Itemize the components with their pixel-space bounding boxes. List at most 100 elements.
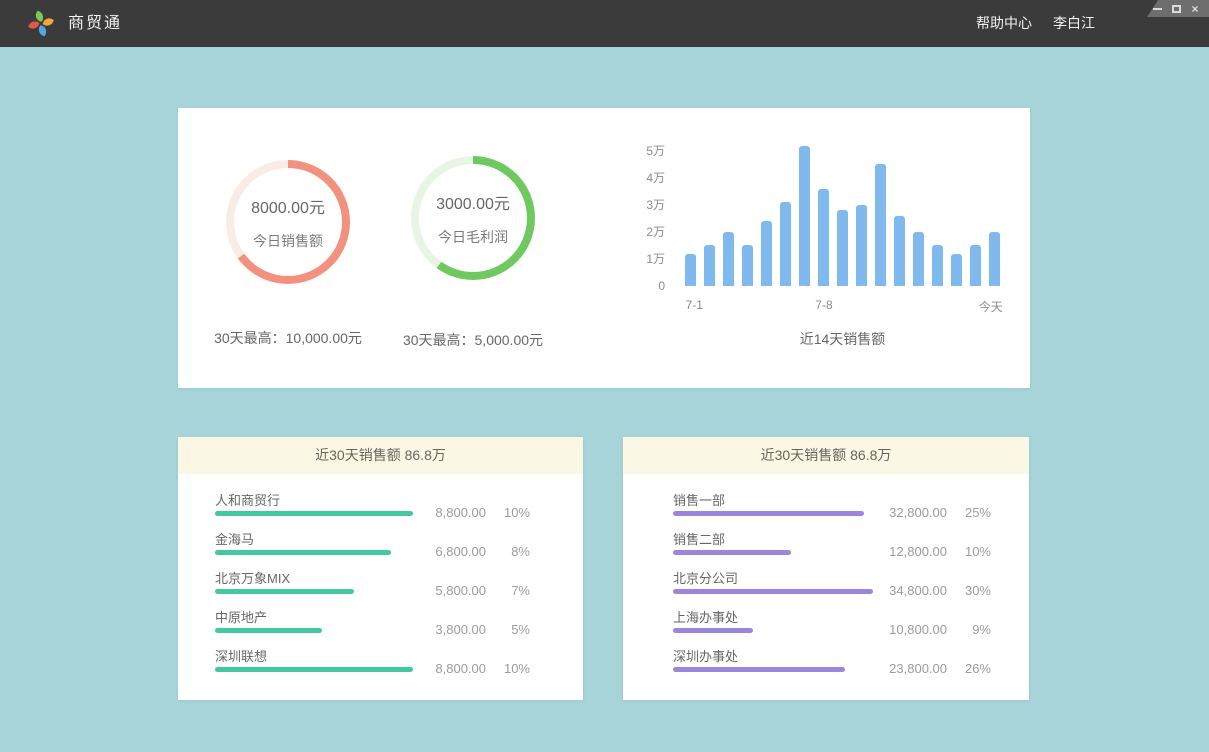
rank-row: 金海马 6,800.008%	[215, 528, 530, 567]
rank-row: 北京分公司 34,800.0030%	[673, 567, 991, 606]
rank-item-value: 32,800.00	[889, 505, 947, 520]
rank-item-percent: 8%	[486, 544, 530, 559]
rank-item-name: 中原地产	[215, 607, 267, 626]
app-logo-pinwheel-icon	[22, 8, 60, 39]
x-tick-label: 7-1	[686, 298, 703, 312]
y-tick-label: 0	[658, 279, 665, 293]
rank-item-percent: 30%	[947, 583, 991, 598]
rank-item-percent: 7%	[486, 583, 530, 598]
department-rank-list: 销售一部 32,800.0025% 销售二部 12,800.0010% 北京分公司 34,…	[623, 474, 1029, 684]
rank-item-values: 34,800.0030%	[889, 583, 991, 598]
rank-item-name: 深圳联想	[215, 646, 267, 665]
rank-item-name: 销售一部	[673, 490, 725, 509]
rank-item-value: 8,800.00	[435, 661, 486, 676]
rank-item-percent: 9%	[947, 622, 991, 637]
rank-item-value: 6,800.00	[435, 544, 486, 559]
customer-rank-title: 近30天销售额 86.8万	[178, 437, 583, 474]
rank-item-percent: 5%	[486, 622, 530, 637]
rank-item-name: 销售二部	[673, 529, 725, 548]
rank-item-percent: 25%	[947, 505, 991, 520]
titlebar: 商贸通 帮助中心 李白江 ×	[0, 0, 1209, 47]
help-center-link[interactable]: 帮助中心	[976, 0, 1032, 47]
rank-item-percent: 10%	[947, 544, 991, 559]
bar-chart-title: 近14天销售额	[685, 329, 1000, 349]
bar	[799, 146, 810, 286]
rank-item-name: 上海办事处	[673, 607, 738, 626]
app-title: 商贸通	[68, 0, 122, 47]
bar	[818, 189, 829, 286]
bar	[875, 164, 886, 286]
rank-item-name: 金海马	[215, 529, 254, 548]
today-sales-donut: 8000.00元 今日销售额	[226, 160, 350, 284]
today-profit-donut-center: 3000.00元 今日毛利润	[419, 164, 527, 272]
today-sales-value: 8000.00元	[251, 194, 325, 218]
rank-item-bar	[215, 667, 413, 672]
rank-row: 销售一部 32,800.0025%	[673, 489, 991, 528]
bar	[932, 245, 943, 286]
rank-item-values: 12,800.0010%	[889, 544, 991, 559]
bar	[837, 210, 848, 286]
rank-item-value: 5,800.00	[435, 583, 486, 598]
rank-item-values: 3,800.005%	[435, 622, 530, 637]
rank-item-bar	[215, 628, 322, 633]
bar	[894, 216, 905, 286]
bar	[761, 221, 772, 286]
rank-item-values: 10,800.009%	[889, 622, 991, 637]
rank-item-value: 10,800.00	[889, 622, 947, 637]
user-menu[interactable]: 李白江	[1053, 0, 1095, 47]
rank-item-values: 32,800.0025%	[889, 505, 991, 520]
rank-item-bar	[673, 589, 873, 594]
window-controls: ×	[1147, 0, 1209, 17]
rank-item-percent: 10%	[486, 661, 530, 676]
department-rank-card: 近30天销售额 86.8万 销售一部 32,800.0025% 销售二部 12,800…	[623, 437, 1029, 700]
rank-item-value: 3,800.00	[435, 622, 486, 637]
bar	[951, 254, 962, 286]
rank-item-values: 8,800.0010%	[435, 505, 530, 520]
rank-item-value: 8,800.00	[435, 505, 486, 520]
today-profit-label: 今日毛利润	[438, 227, 508, 247]
rank-item-bar	[215, 511, 413, 516]
close-icon[interactable]: ×	[1190, 4, 1200, 14]
rank-item-values: 5,800.007%	[435, 583, 530, 598]
rank-item-bar	[215, 550, 391, 555]
y-tick-label: 1万	[646, 252, 665, 266]
bar	[742, 245, 753, 286]
rank-row: 深圳办事处 23,800.0026%	[673, 645, 991, 684]
bar	[685, 254, 696, 286]
y-tick-label: 3万	[646, 198, 665, 212]
rank-item-percent: 10%	[486, 505, 530, 520]
bar	[723, 232, 734, 286]
rank-row: 人和商贸行 8,800.0010%	[215, 489, 530, 528]
rank-row: 深圳联想 8,800.0010%	[215, 645, 530, 684]
bar	[704, 245, 715, 286]
rank-item-name: 深圳办事处	[673, 646, 738, 665]
today-profit-donut: 3000.00元 今日毛利润	[411, 156, 535, 280]
summary-card: 8000.00元 今日销售额 30天最高：10,000.00元 3000.00元…	[178, 108, 1030, 388]
rank-item-value: 12,800.00	[889, 544, 947, 559]
rank-item-name: 人和商贸行	[215, 490, 280, 509]
minimize-icon[interactable]	[1152, 4, 1162, 14]
x-tick-label: 7-8	[815, 298, 832, 312]
rank-item-name: 北京万象MIX	[215, 568, 290, 587]
department-rank-title: 近30天销售额 86.8万	[623, 437, 1029, 474]
rank-item-value: 23,800.00	[889, 661, 947, 676]
rank-item-values: 8,800.0010%	[435, 661, 530, 676]
x-tick-label: 今天	[979, 298, 1003, 315]
rank-row: 上海办事处 10,800.009%	[673, 606, 991, 645]
rank-item-name: 北京分公司	[673, 568, 738, 587]
bar-group	[685, 140, 1000, 286]
rank-row: 北京万象MIX 5,800.007%	[215, 567, 530, 606]
maximize-icon[interactable]	[1171, 4, 1181, 14]
rank-item-values: 6,800.008%	[435, 544, 530, 559]
rank-item-bar	[673, 628, 753, 633]
y-axis: 01万2万3万4万5万	[615, 140, 665, 286]
rank-item-bar	[215, 589, 354, 594]
customer-rank-list: 人和商贸行8,800.0010%金海马6,800.008%北京万象MIX5,80…	[178, 474, 583, 684]
bar	[780, 202, 791, 286]
rank-item-bar	[673, 550, 791, 555]
rank-item-values: 23,800.0026%	[889, 661, 991, 676]
profit-30day-max: 30天最高：5,000.00元	[363, 330, 583, 350]
rank-item-percent: 26%	[947, 661, 991, 676]
today-sales-label: 今日销售额	[253, 231, 323, 251]
bar	[970, 245, 981, 286]
